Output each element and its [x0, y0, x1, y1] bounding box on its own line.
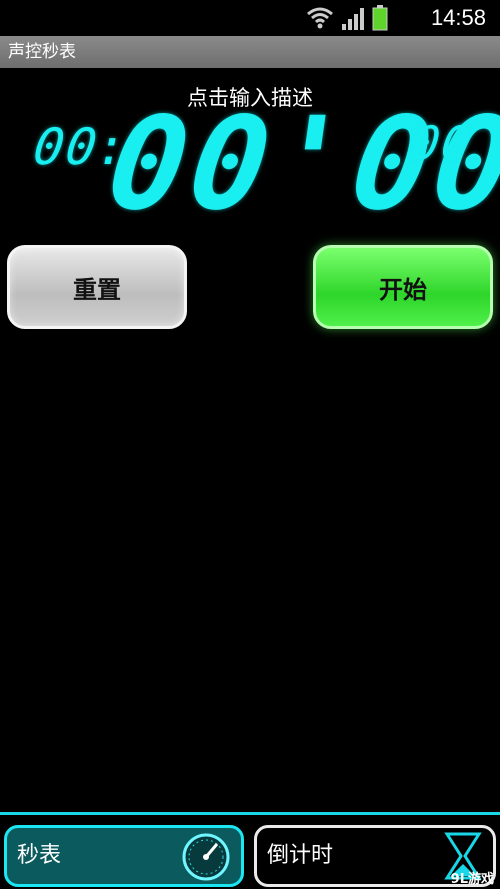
watermark-logo: 9L游戏	[450, 872, 494, 887]
stopwatch-dial-icon	[182, 833, 230, 881]
signal-icon	[342, 8, 364, 30]
timer-hundredths: 00	[408, 116, 476, 170]
status-icons	[306, 4, 388, 32]
status-time: 14:58	[430, 5, 486, 30]
reset-button[interactable]: 重置	[7, 245, 187, 329]
app-title: 声控秒表	[0, 36, 500, 68]
tab-stopwatch[interactable]: 秒表	[4, 825, 244, 887]
tab-bar: 秒表 倒计时 9L游戏	[0, 812, 500, 889]
status-bar: 14:58	[0, 0, 500, 36]
tab-stopwatch-label: 秒表	[17, 843, 62, 868]
timer-hours: 00	[29, 118, 103, 176]
wifi-icon	[307, 7, 333, 29]
tab-countdown-label: 倒计时	[267, 843, 334, 868]
start-button[interactable]: 开始	[313, 245, 493, 329]
battery-icon	[372, 5, 388, 31]
